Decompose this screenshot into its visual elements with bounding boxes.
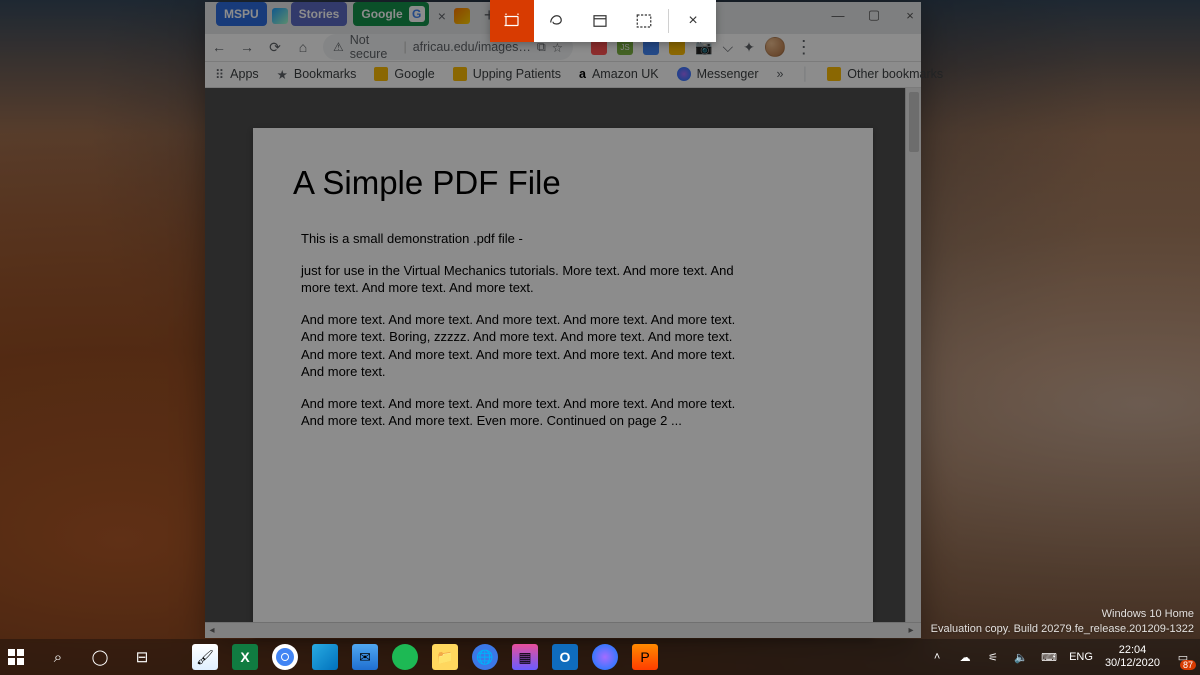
onedrive-icon[interactable]: ☁ xyxy=(957,649,973,665)
language-indicator[interactable]: ENG xyxy=(1069,651,1093,663)
volume-icon[interactable]: 🔈 xyxy=(1013,649,1029,665)
action-center-button[interactable]: ▭ 87 xyxy=(1172,646,1194,668)
watermark-line1: Windows 10 Home xyxy=(931,607,1194,622)
app-file-explorer[interactable]: 📁 xyxy=(432,644,458,670)
taskbar-left: ⌕ ◯ ⊟ 🖌 X ✉ 📁 🌐 ▦ O P xyxy=(6,644,658,670)
app-edge[interactable] xyxy=(312,644,338,670)
snip-dim-overlay xyxy=(0,0,1200,675)
cortana-button[interactable]: ◯ xyxy=(90,647,110,667)
snip-window-button[interactable] xyxy=(578,0,622,42)
snipping-toolbar: × xyxy=(490,0,716,42)
app-messenger[interactable] xyxy=(592,644,618,670)
snip-close-button[interactable]: × xyxy=(671,0,715,42)
snip-freeform-button[interactable] xyxy=(534,0,578,42)
app-whiteboard[interactable]: 🖌 xyxy=(192,644,218,670)
app-globe[interactable]: 🌐 xyxy=(472,644,498,670)
chrome-icon xyxy=(275,647,295,667)
wifi-icon[interactable]: ⚟ xyxy=(985,649,1001,665)
taskbar: ⌕ ◯ ⊟ 🖌 X ✉ 📁 🌐 ▦ O P ˄ ☁ ⚟ 🔈 ⌨ ENG 22:0… xyxy=(0,639,1200,675)
app-outlook[interactable]: O xyxy=(552,644,578,670)
watermark-line2: Evaluation copy. Build 20279.fe_release.… xyxy=(931,622,1194,637)
app-calculator[interactable]: ▦ xyxy=(512,644,538,670)
rectangular-snip-icon xyxy=(503,12,521,30)
start-button[interactable] xyxy=(6,647,26,667)
app-mail[interactable]: ✉ xyxy=(352,644,378,670)
clock-time: 22:04 xyxy=(1105,644,1160,657)
taskbar-clock[interactable]: 22:04 30/12/2020 xyxy=(1105,644,1160,670)
snip-fullscreen-button[interactable] xyxy=(622,0,666,42)
notification-badge: 87 xyxy=(1180,660,1196,670)
tray-overflow-button[interactable]: ˄ xyxy=(929,649,945,665)
app-chrome[interactable] xyxy=(272,644,298,670)
windows-watermark: Windows 10 Home Evaluation copy. Build 2… xyxy=(931,607,1194,637)
taskbar-pinned-apps: 🖌 X ✉ 📁 🌐 ▦ O P xyxy=(192,644,658,670)
app-excel[interactable]: X xyxy=(232,644,258,670)
clock-date: 30/12/2020 xyxy=(1105,657,1160,670)
search-button[interactable]: ⌕ xyxy=(48,647,68,667)
fullscreen-snip-icon xyxy=(635,12,653,30)
windows-logo-icon xyxy=(8,649,24,665)
app-powertoys[interactable]: P xyxy=(632,644,658,670)
window-snip-icon xyxy=(591,12,609,30)
app-spotify[interactable] xyxy=(392,644,418,670)
snip-separator xyxy=(668,9,669,33)
close-icon: × xyxy=(688,12,697,30)
snip-rectangular-button[interactable] xyxy=(490,0,534,42)
freeform-snip-icon xyxy=(547,12,565,30)
keyboard-icon[interactable]: ⌨ xyxy=(1041,649,1057,665)
task-view-button[interactable]: ⊟ xyxy=(132,647,152,667)
taskbar-tray: ˄ ☁ ⚟ 🔈 ⌨ ENG 22:04 30/12/2020 ▭ 87 xyxy=(929,644,1194,670)
